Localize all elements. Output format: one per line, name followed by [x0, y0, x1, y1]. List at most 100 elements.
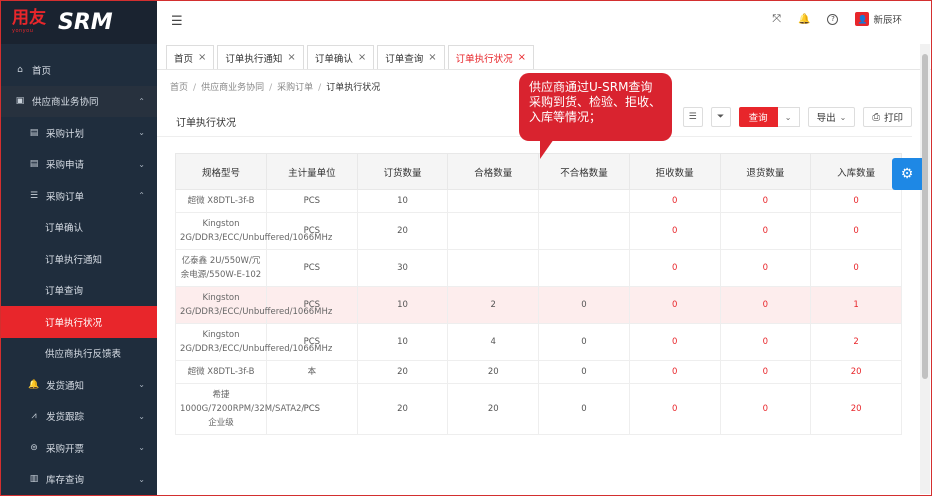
filter-icon[interactable]: ⏷	[710, 107, 731, 127]
sidebar: 用友 yonyou SRM ⌂ 首页 ▣ 供应商业务协同 ⌃ ▤ 采购计划 ⌄ ▤ 采购申请 ⌄ ☰ 采…	[0, 0, 157, 496]
tab[interactable]: 订单确认 ×	[306, 45, 375, 70]
table-cell: 0	[719, 249, 812, 287]
menu-toggle-icon[interactable]: ☰	[171, 14, 183, 29]
chevron-icon: ⌄	[138, 474, 145, 484]
table-cell: 20	[810, 360, 902, 384]
breadcrumb-separator: /	[269, 83, 273, 93]
table-cell: PCS	[266, 286, 358, 324]
sidebar-item-label: 供应商业务协同	[32, 97, 99, 109]
sidebar-item[interactable]: ⩘ 发货跟踪 ⌄	[0, 401, 157, 433]
sidebar-item[interactable]: ☰ 采购订单 ⌃	[0, 180, 157, 212]
tab-label: 订单确认	[314, 53, 353, 65]
sidebar-item[interactable]: 🔔 发货通知 ⌄	[0, 369, 157, 401]
sidebar-item-label: 采购计划	[46, 128, 85, 140]
breadcrumb-item[interactable]: 供应商业务协同	[201, 83, 264, 93]
table-row[interactable]: Kingston 2G/DDR3/ECC/Unbuffered/1066MHz P…	[175, 323, 902, 361]
cell-value: 0	[762, 196, 769, 206]
table-cell: 0	[810, 212, 902, 250]
fullscreen-icon[interactable]: ⤧	[772, 12, 781, 26]
cell-value: 0	[853, 263, 859, 273]
sidebar-item[interactable]: ▥ 库存查询 ⌄	[0, 464, 157, 496]
close-icon[interactable]: ×	[198, 52, 206, 63]
sidebar-item-label: 采购申请	[46, 160, 85, 172]
gear-icon[interactable]: ⚙	[892, 158, 922, 190]
table-row[interactable]: 亿泰鑫 2U/550W/冗余电源/550W-E-102 PCS 30 0 0 0	[175, 249, 902, 287]
cell-value: 0	[762, 367, 769, 377]
tab[interactable]: 订单查询 ×	[377, 45, 445, 70]
column-header[interactable]: 合格数量	[447, 153, 540, 190]
top-header: ☰ ⤧ 🔔 ? 👤 新辰环	[157, 0, 932, 42]
sidebar-nav: ⌂ 首页 ▣ 供应商业务协同 ⌃ ▤ 采购计划 ⌄ ▤ 采购申请 ⌄ ☰ 采购订单 ⌃ 订单确认 订单执行通知…	[0, 54, 157, 495]
table-cell: 0	[719, 212, 812, 250]
cell-value: 0	[762, 404, 769, 414]
tab[interactable]: 订单执行通知 ×	[217, 45, 304, 70]
column-header[interactable]: 订货数量	[356, 153, 449, 190]
sidebar-item[interactable]: ▣ 供应商业务协同 ⌃	[0, 85, 157, 117]
table-cell: 0	[719, 189, 812, 213]
help-icon[interactable]: ?	[827, 13, 839, 25]
table-cell: 20	[356, 212, 449, 250]
breadcrumb-item[interactable]: 首页	[170, 83, 188, 93]
table-cell: 0	[628, 212, 721, 250]
column-header[interactable]: 拒收数量	[628, 153, 721, 190]
table-cell: 10	[356, 286, 449, 324]
close-icon[interactable]: ×	[518, 52, 526, 63]
table-row[interactable]: Kingston 2G/DDR3/ECC/Unbuffered/1066MHz P…	[175, 212, 902, 250]
sidebar-item[interactable]: 订单确认	[0, 212, 157, 244]
column-header[interactable]: 规格型号	[175, 153, 267, 190]
table-cell: 20	[810, 383, 902, 435]
sidebar-item[interactable]: ▤ 采购计划 ⌄	[0, 117, 157, 149]
close-icon[interactable]: ×	[358, 52, 366, 63]
table-row[interactable]: Kingston 2G/DDR3/ECC/Unbuffered/1066MHz P…	[175, 286, 902, 324]
table-cell: 2	[810, 323, 902, 361]
chevron-icon: ⌄	[138, 411, 145, 421]
cell-value: 0	[762, 300, 769, 310]
brand-logo: 用友 yonyou	[12, 8, 46, 35]
table-cell: Kingston 2G/DDR3/ECC/Unbuffered/1066MHz	[175, 323, 332, 361]
query-button[interactable]: 查询	[738, 107, 778, 127]
breadcrumb-item: 订单执行状况	[326, 83, 381, 93]
table-row[interactable]: 超微 X8DTL-3f-B PCS 10 0 0 0	[175, 189, 902, 213]
table-cell: 30	[356, 249, 449, 287]
bell-icon: 🔔	[28, 379, 40, 390]
sidebar-item[interactable]: 订单执行通知	[0, 243, 157, 275]
column-header[interactable]: 退货数量	[719, 153, 812, 190]
print-button[interactable]: ⎙ 打印	[863, 107, 912, 127]
breadcrumb: 首页 / 供应商业务协同 / 采购订单 / 订单执行状况	[170, 80, 380, 93]
sidebar-item[interactable]: ▤ 采购申请 ⌄	[0, 149, 157, 181]
column-header[interactable]: 入库数量	[810, 153, 902, 190]
query-dropdown-icon[interactable]: ⌄	[777, 107, 800, 127]
table-row[interactable]: 希捷 1000G/7200RPM/32M/SATA2/企业级 PCS 20 20 0 0 0…	[175, 383, 902, 435]
table-cell: 亿泰鑫 2U/550W/冗余电源/550W-E-102	[175, 249, 267, 287]
table-cell: 0	[719, 323, 812, 361]
sidebar-item[interactable]: 订单执行状况	[0, 306, 157, 338]
breadcrumb-item[interactable]: 采购订单	[277, 83, 313, 93]
table-row[interactable]: 超微 X8DTL-3f-B 本 20 20 0 0 0 20	[175, 360, 902, 384]
sidebar-item[interactable]: 供应商执行反馈表	[0, 338, 157, 370]
scrollbar-thumb[interactable]	[922, 54, 928, 379]
close-icon[interactable]: ×	[428, 52, 436, 63]
table-cell	[447, 189, 540, 213]
table-cell: 10	[356, 323, 449, 361]
export-button[interactable]: 导出 ⌄	[807, 107, 856, 127]
logo[interactable]: 用友 yonyou SRM	[0, 0, 157, 44]
user-menu[interactable]: 👤 新辰环	[855, 12, 902, 26]
header-actions: ⤧ 🔔 ? 👤 新辰环	[772, 12, 902, 26]
bell-icon[interactable]: 🔔	[798, 14, 810, 25]
table-cell: 本	[266, 360, 358, 384]
tab[interactable]: 首页 ×	[166, 45, 215, 70]
column-header[interactable]: 主计量单位	[266, 153, 358, 190]
column-settings-icon[interactable]: ☰	[682, 107, 703, 127]
user-name: 新辰环	[873, 15, 902, 26]
sidebar-item-label: 库存查询	[46, 475, 85, 487]
sidebar-item[interactable]: ⌂ 首页	[0, 54, 157, 86]
cell-value: 0	[671, 196, 678, 206]
sidebar-item[interactable]: ⊜ 采购开票 ⌄	[0, 432, 157, 464]
sidebar-item-label: 订单查询	[45, 286, 84, 298]
table-cell: 10	[356, 189, 449, 213]
sidebar-item[interactable]: 订单查询	[0, 275, 157, 307]
brand-mark: 用友	[12, 8, 46, 28]
close-icon[interactable]: ×	[287, 52, 295, 63]
chevron-icon: ⌄	[138, 443, 145, 453]
tab[interactable]: 订单执行状况 ×	[447, 45, 535, 70]
